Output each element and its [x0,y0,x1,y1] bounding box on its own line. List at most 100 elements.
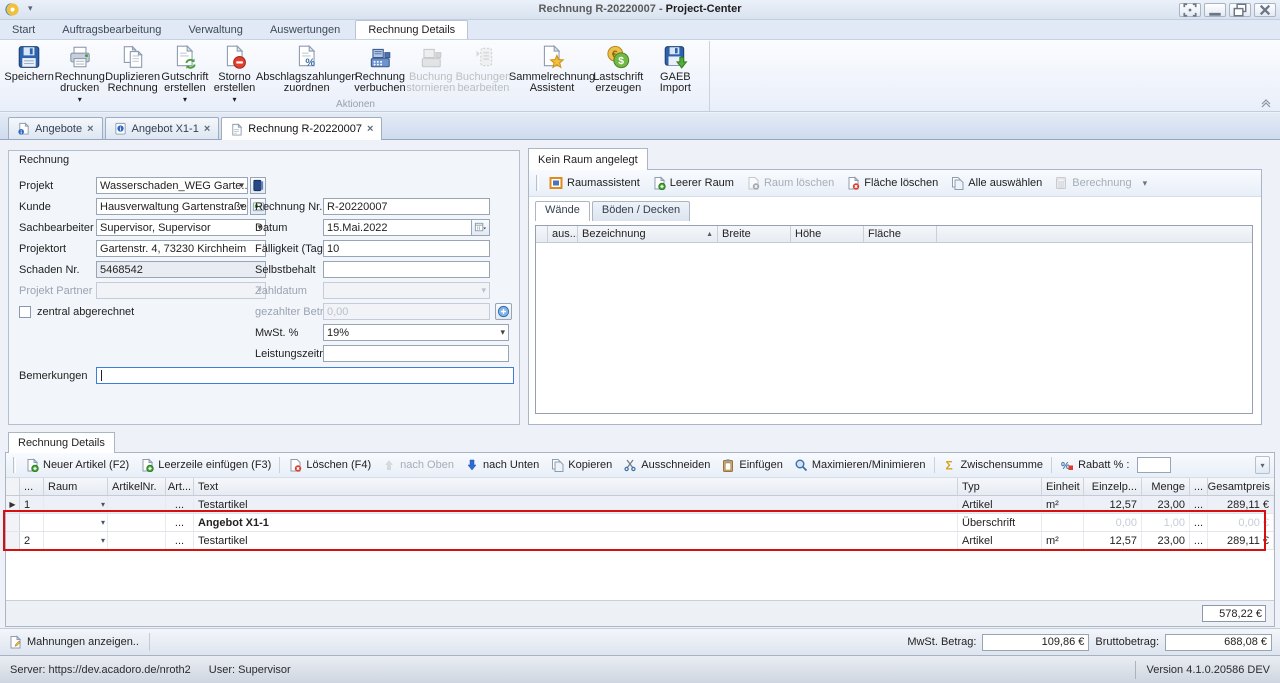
doc-tab-angebote[interactable]: Angebote × [8,117,103,139]
maximize-minimize-button[interactable]: Maximieren/Minimieren [789,456,931,474]
empty-room-button[interactable]: Leerer Raum [647,174,739,192]
new-article-button[interactable]: Neuer Artikel (F2) [20,456,134,474]
article-picker-button[interactable]: ... [166,496,194,513]
doc-tab-angebot-x1-1[interactable]: Angebot X1-1 × [105,117,220,139]
copy-button[interactable]: Kopieren [545,456,617,474]
article-picker-button[interactable]: ... [166,514,194,531]
assign-partial-payments-button[interactable]: % Abschlagszahlungen zuordnen [259,43,354,95]
selbstbehalt-input[interactable] [323,261,490,278]
kunde-combo[interactable]: Hausverwaltung Gartenstraße▾ [96,198,248,215]
select-all-button[interactable]: Alle auswählen [945,174,1047,192]
room-col-hoehe[interactable]: Höhe [791,226,864,242]
room-col-flaeche[interactable]: Fläche [864,226,937,242]
ribbon-tab-auftragsbearbeitung[interactable]: Auftragsbearbeitung [50,21,173,40]
col-gesamtpreis[interactable]: Gesamtpreis [1208,478,1274,495]
rechnung-nr-input[interactable]: R-20220007 [323,198,490,215]
leistungszeitraum-input[interactable] [323,345,509,362]
print-invoice-button[interactable]: Rechnung drucken ▾ [54,43,105,106]
projektort-input[interactable]: Gartenstr. 4, 73230 Kirchheim [96,240,266,257]
chevron-down-icon[interactable]: ▾ [239,201,244,212]
open-project-button[interactable] [250,177,266,194]
ribbon-tab-verwaltung[interactable]: Verwaltung [176,21,254,40]
row-more-button[interactable]: ... [1190,496,1208,513]
insert-blank-line-button[interactable]: Leerzeile einfügen (F3) [135,456,276,474]
close-tab-icon[interactable]: × [204,123,210,135]
collective-invoice-wizard-button[interactable]: Sammelrechnung Assistent [511,43,593,95]
col-selector[interactable] [6,478,20,495]
tab-waende[interactable]: Wände [535,201,590,221]
ribbon-collapse-icon[interactable] [1260,98,1272,108]
close-tab-icon[interactable]: × [87,123,93,135]
room-col-breite[interactable]: Breite [718,226,791,242]
create-credit-note-button[interactable]: Gutschrift erstellen ▾ [160,43,210,106]
faelligkeit-input[interactable]: 10 [323,240,490,257]
room-panel-tab[interactable]: Kein Raum angelegt [528,148,648,170]
rabatt-input[interactable] [1137,457,1171,473]
paste-button[interactable]: Einfügen [716,456,787,474]
tab-boeden-decken[interactable]: Böden / Decken [592,201,690,221]
close-tab-icon[interactable]: × [367,123,373,135]
table-row[interactable]: 2 ▾ ... Testartikel Artikel m² 12,57 23,… [6,532,1274,550]
toolbar-overflow-button[interactable]: ▾ [1255,456,1270,474]
date-picker-button[interactable] [471,219,490,236]
col-typ[interactable]: Typ [958,478,1042,495]
col-einheit[interactable]: Einheit [1042,478,1084,495]
ribbon-tab-auswertungen[interactable]: Auswertungen [258,21,352,40]
table-row[interactable]: ▶ 1 ▾ ... Testartikel Artikel m² 12,57 2… [6,496,1274,514]
doc-tab-rechnung-r-20220007[interactable]: Rechnung R-20220007 × [221,117,382,140]
article-picker-button[interactable]: ... [166,532,194,549]
chevron-down-icon[interactable]: ▾ [101,500,105,509]
toolbar-dropdown-icon[interactable]: ▾ [1139,178,1152,189]
save-button[interactable]: Speichern [4,43,54,84]
raum-combo-cell[interactable]: ▾ [44,532,108,549]
add-payment-button[interactable] [495,303,512,320]
create-storno-button[interactable]: Storno erstellen ▾ [210,43,260,106]
col-art[interactable]: Art... [166,478,194,495]
show-dunning-button[interactable]: Mahnungen anzeigen.. [8,635,139,649]
cut-button[interactable]: Ausschneiden [618,456,715,474]
fullscreen-button[interactable] [1179,3,1201,17]
room-col-bezeichnung[interactable]: Bezeichnung▲ [578,226,718,242]
room-wizard-button[interactable]: Raumassistent [544,174,645,192]
gaeb-import-button[interactable]: GAEB Import [644,43,707,95]
schaden-nr-input[interactable]: 5468542 [96,261,266,278]
close-button[interactable] [1254,3,1276,17]
col-num[interactable]: ... [20,478,44,495]
ribbon-tab-start[interactable]: Start [0,21,47,40]
move-down-button[interactable]: nach Unten [460,456,544,474]
col-artikelnr[interactable]: ArtikelNr. [108,478,166,495]
row-more-button[interactable]: ... [1190,532,1208,549]
bemerkungen-input[interactable] [96,367,514,384]
projekt-combo[interactable]: Wasserschaden_WEG Garte...▾ [96,177,248,194]
zentral-abgerechnet-checkbox[interactable] [19,306,31,318]
chevron-down-icon[interactable]: ▾ [101,518,105,527]
chevron-down-icon[interactable]: ▾ [239,180,244,191]
restore-button[interactable] [1229,3,1251,17]
raum-combo-cell[interactable]: ▾ [44,514,108,531]
col-more[interactable]: ... [1190,478,1208,495]
table-row[interactable]: ▾ ... Angebot X1-1 Überschrift 0,00 1,00… [6,514,1274,532]
delete-area-button[interactable]: Fläche löschen [841,174,943,192]
room-col-aus[interactable]: aus... [548,226,578,242]
col-raum[interactable]: Raum [44,478,108,495]
datum-input[interactable]: 15.Mai.2022 [323,219,490,236]
subtotal-button[interactable]: ΣZwischensumme [938,456,1049,474]
raum-combo-cell[interactable]: ▾ [44,496,108,513]
room-col-selector[interactable] [536,226,548,242]
duplicate-invoice-button[interactable]: Duplizieren Rechnung [105,43,160,95]
create-direct-debit-button[interactable]: €$ Lastschrift erzeugen [593,43,644,95]
minimize-button[interactable] [1204,3,1226,17]
delete-row-button[interactable]: Löschen (F4) [283,456,376,474]
chevron-down-icon[interactable]: ▾ [500,327,505,338]
sachbearbeiter-combo[interactable]: Supervisor, Supervisor▾ [96,219,266,236]
mwst-combo[interactable]: 19%▾ [323,324,509,341]
chevron-down-icon[interactable]: ▾ [101,536,105,545]
row-more-button[interactable]: ... [1190,514,1208,531]
post-invoice-button[interactable]: Rechnung verbuchen [354,43,406,95]
ribbon-tab-rechnung-details[interactable]: Rechnung Details [355,20,468,39]
delete-room-button: Raum löschen [741,174,839,192]
col-menge[interactable]: Menge [1142,478,1190,495]
col-text[interactable]: Text [194,478,958,495]
col-einzelpreis[interactable]: Einzelp... [1084,478,1142,495]
details-tab[interactable]: Rechnung Details [8,432,115,453]
